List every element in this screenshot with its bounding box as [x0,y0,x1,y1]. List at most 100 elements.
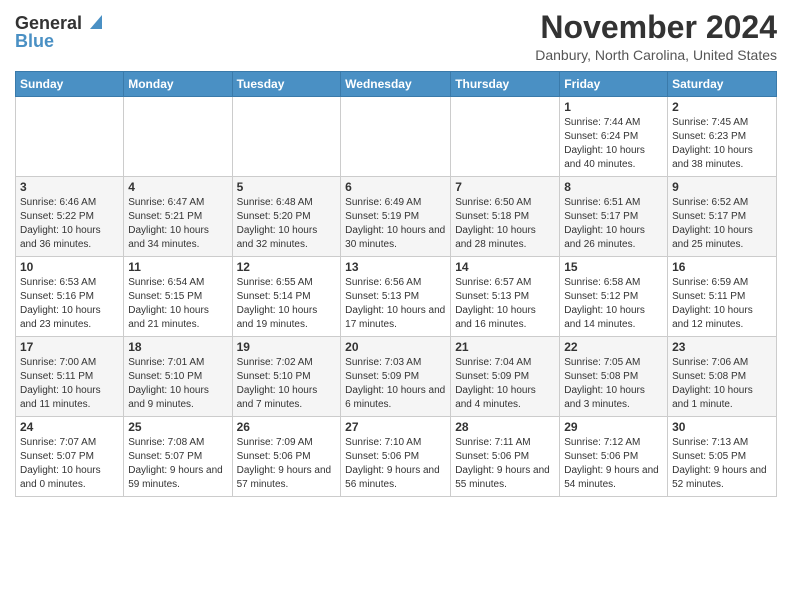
day-number: 15 [564,260,663,274]
week-row-5: 24Sunrise: 7:07 AMSunset: 5:07 PMDayligh… [16,417,777,497]
calendar-cell: 20Sunrise: 7:03 AMSunset: 5:09 PMDayligh… [341,337,451,417]
day-info-text: Sunrise: 7:08 AM [128,436,227,450]
calendar-cell: 28Sunrise: 7:11 AMSunset: 5:06 PMDayligh… [451,417,560,497]
day-number: 25 [128,420,227,434]
day-info-text: Sunset: 5:18 PM [455,210,555,224]
day-info-text: Sunset: 6:24 PM [564,130,663,144]
calendar-cell: 6Sunrise: 6:49 AMSunset: 5:19 PMDaylight… [341,177,451,257]
day-info-text: Sunrise: 7:12 AM [564,436,663,450]
day-info-text: Sunrise: 6:54 AM [128,276,227,290]
calendar-cell: 18Sunrise: 7:01 AMSunset: 5:10 PMDayligh… [124,337,232,417]
day-number: 6 [345,180,446,194]
day-info-text: Sunset: 5:15 PM [128,290,227,304]
calendar-cell: 9Sunrise: 6:52 AMSunset: 5:17 PMDaylight… [668,177,777,257]
day-number: 18 [128,340,227,354]
day-info-text: Daylight: 10 hours and 4 minutes. [455,384,555,412]
day-number: 10 [20,260,119,274]
day-number: 16 [672,260,772,274]
day-info-text: Daylight: 10 hours and 14 minutes. [564,304,663,332]
day-info-text: Sunrise: 7:09 AM [237,436,337,450]
calendar-cell: 16Sunrise: 6:59 AMSunset: 5:11 PMDayligh… [668,257,777,337]
day-info-text: Sunset: 5:10 PM [128,370,227,384]
day-info-text: Sunrise: 7:00 AM [20,356,119,370]
day-info-text: Sunset: 5:21 PM [128,210,227,224]
day-number: 27 [345,420,446,434]
day-info-text: Sunrise: 6:48 AM [237,196,337,210]
calendar-cell: 21Sunrise: 7:04 AMSunset: 5:09 PMDayligh… [451,337,560,417]
day-info-text: Sunset: 5:06 PM [455,450,555,464]
day-info-text: Sunrise: 6:53 AM [20,276,119,290]
day-info-text: Daylight: 10 hours and 16 minutes. [455,304,555,332]
weekday-header-sunday: Sunday [16,72,124,97]
calendar-cell: 5Sunrise: 6:48 AMSunset: 5:20 PMDaylight… [232,177,341,257]
day-info-text: Daylight: 9 hours and 55 minutes. [455,464,555,492]
calendar-cell: 13Sunrise: 6:56 AMSunset: 5:13 PMDayligh… [341,257,451,337]
day-number: 20 [345,340,446,354]
day-info-text: Daylight: 10 hours and 1 minute. [672,384,772,412]
day-info-text: Daylight: 9 hours and 57 minutes. [237,464,337,492]
day-info-text: Sunset: 5:19 PM [345,210,446,224]
calendar-cell: 12Sunrise: 6:55 AMSunset: 5:14 PMDayligh… [232,257,341,337]
day-info-text: Sunrise: 7:44 AM [564,116,663,130]
day-number: 12 [237,260,337,274]
day-info-text: Sunset: 5:05 PM [672,450,772,464]
logo-general-text: General [15,14,82,32]
day-number: 13 [345,260,446,274]
day-number: 19 [237,340,337,354]
weekday-header-monday: Monday [124,72,232,97]
day-number: 26 [237,420,337,434]
day-info-text: Daylight: 10 hours and 28 minutes. [455,224,555,252]
day-info-text: Sunrise: 7:03 AM [345,356,446,370]
day-info-text: Daylight: 10 hours and 12 minutes. [672,304,772,332]
calendar-cell [124,97,232,177]
calendar-cell [451,97,560,177]
weekday-header-wednesday: Wednesday [341,72,451,97]
day-info-text: Daylight: 10 hours and 3 minutes. [564,384,663,412]
calendar-cell: 1Sunrise: 7:44 AMSunset: 6:24 PMDaylight… [560,97,668,177]
day-number: 4 [128,180,227,194]
day-number: 5 [237,180,337,194]
weekday-header-friday: Friday [560,72,668,97]
weekday-header-thursday: Thursday [451,72,560,97]
day-info-text: Sunrise: 6:49 AM [345,196,446,210]
logo-icon [84,15,102,29]
day-info-text: Sunset: 5:09 PM [455,370,555,384]
day-info-text: Daylight: 10 hours and 34 minutes. [128,224,227,252]
day-info-text: Sunset: 6:23 PM [672,130,772,144]
calendar-cell: 24Sunrise: 7:07 AMSunset: 5:07 PMDayligh… [16,417,124,497]
day-info-text: Sunrise: 7:45 AM [672,116,772,130]
day-info-text: Daylight: 9 hours and 52 minutes. [672,464,772,492]
day-info-text: Sunset: 5:06 PM [345,450,446,464]
logo-blue-text: Blue [15,32,54,50]
week-row-4: 17Sunrise: 7:00 AMSunset: 5:11 PMDayligh… [16,337,777,417]
day-info-text: Sunset: 5:22 PM [20,210,119,224]
calendar-cell: 29Sunrise: 7:12 AMSunset: 5:06 PMDayligh… [560,417,668,497]
day-info-text: Sunrise: 6:46 AM [20,196,119,210]
calendar-table: SundayMondayTuesdayWednesdayThursdayFrid… [15,71,777,497]
day-info-text: Sunset: 5:06 PM [564,450,663,464]
week-row-3: 10Sunrise: 6:53 AMSunset: 5:16 PMDayligh… [16,257,777,337]
day-number: 7 [455,180,555,194]
day-info-text: Sunrise: 7:05 AM [564,356,663,370]
day-info-text: Sunrise: 7:02 AM [237,356,337,370]
day-info-text: Sunrise: 6:57 AM [455,276,555,290]
calendar-cell: 10Sunrise: 6:53 AMSunset: 5:16 PMDayligh… [16,257,124,337]
day-info-text: Sunset: 5:10 PM [237,370,337,384]
day-number: 1 [564,100,663,114]
calendar-cell [16,97,124,177]
day-info-text: Daylight: 9 hours and 56 minutes. [345,464,446,492]
day-number: 9 [672,180,772,194]
day-number: 30 [672,420,772,434]
calendar-cell: 19Sunrise: 7:02 AMSunset: 5:10 PMDayligh… [232,337,341,417]
title-block: November 2024 Danbury, North Carolina, U… [535,10,777,63]
calendar-cell: 11Sunrise: 6:54 AMSunset: 5:15 PMDayligh… [124,257,232,337]
day-info-text: Sunrise: 6:58 AM [564,276,663,290]
day-info-text: Sunset: 5:09 PM [345,370,446,384]
location-subtitle: Danbury, North Carolina, United States [535,47,777,63]
calendar-cell: 22Sunrise: 7:05 AMSunset: 5:08 PMDayligh… [560,337,668,417]
day-number: 11 [128,260,227,274]
day-info-text: Sunrise: 7:04 AM [455,356,555,370]
day-number: 23 [672,340,772,354]
day-info-text: Sunrise: 6:55 AM [237,276,337,290]
month-title: November 2024 [535,10,777,45]
